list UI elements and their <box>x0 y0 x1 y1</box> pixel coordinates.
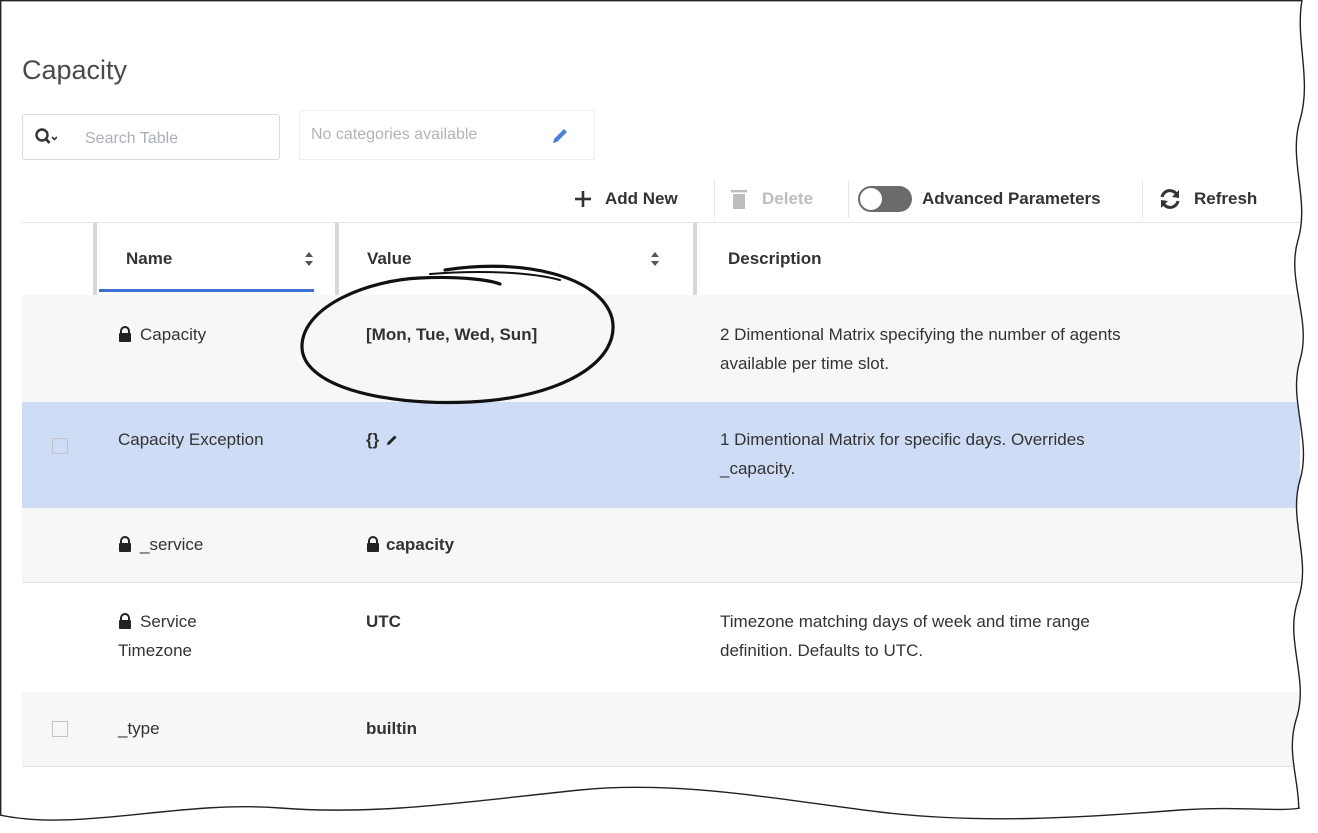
search-box[interactable] <box>22 114 280 160</box>
name-cell: Capacity <box>118 320 206 349</box>
row-checkbox[interactable] <box>52 438 68 454</box>
table-row[interactable]: _service capacity <box>22 508 1300 583</box>
column-header-name[interactable]: Name <box>126 223 172 295</box>
add-new-label: Add New <box>605 189 678 208</box>
column-resizer[interactable] <box>335 223 339 295</box>
lock-icon <box>119 613 131 629</box>
value-cell: UTC <box>366 612 401 631</box>
column-resizer[interactable] <box>93 223 97 295</box>
name-cell: _service <box>118 530 203 559</box>
description-cell: Timezone matching days of week and time … <box>720 612 1090 660</box>
plus-icon <box>575 191 591 207</box>
name-cell: Service Timezone <box>118 612 197 660</box>
table-row[interactable]: Capacity [Mon, Tue, Wed, Sun] 2 Dimentio… <box>22 295 1300 403</box>
description-cell: 2 Dimentional Matrix specifying the numb… <box>720 325 1121 373</box>
description-cell: 1 Dimentional Matrix for specific days. … <box>720 430 1085 478</box>
name-cell: _type <box>118 719 160 738</box>
add-new-button[interactable]: Add New <box>573 176 678 222</box>
categories-field[interactable]: No categories available <box>299 110 595 160</box>
table-toolbar: Add New Delete Advanced Parameters Refre… <box>0 176 1300 222</box>
torn-edge-bottom <box>0 787 1318 833</box>
capacity-screen: Capacity No categories available Add New <box>0 0 1318 833</box>
table-header: Name Value Description <box>22 222 1300 296</box>
advanced-parameters-toggle[interactable]: Advanced Parameters <box>858 176 1101 222</box>
page-title: Capacity <box>22 55 128 85</box>
toolbar-divider <box>848 180 849 218</box>
lock-icon <box>119 536 131 552</box>
table-row[interactable]: Service Timezone UTC Timezone matching d… <box>22 582 1300 693</box>
sort-icon[interactable] <box>650 251 660 267</box>
value-cell: builtin <box>366 719 417 738</box>
refresh-icon <box>1160 189 1180 209</box>
sort-icon[interactable] <box>304 251 314 267</box>
table-row[interactable]: _type builtin <box>22 692 1300 767</box>
value-cell: capacity <box>366 530 454 559</box>
torn-edge-bottom <box>0 786 1301 821</box>
active-column-indicator <box>99 289 314 292</box>
refresh-button[interactable]: Refresh <box>1158 176 1257 222</box>
value-cell[interactable]: {} <box>366 425 398 454</box>
edit-pencil-icon[interactable] <box>386 434 398 446</box>
lock-icon <box>367 536 379 552</box>
lock-icon <box>119 326 131 342</box>
column-header-value[interactable]: Value <box>367 223 411 295</box>
refresh-label: Refresh <box>1194 189 1258 208</box>
row-checkbox[interactable] <box>52 721 68 737</box>
advanced-parameters-label: Advanced Parameters <box>922 189 1101 208</box>
column-header-description[interactable]: Description <box>728 223 822 295</box>
name-cell: Capacity Exception <box>118 430 264 449</box>
delete-button[interactable]: Delete <box>730 176 813 222</box>
table-row[interactable]: Capacity Exception {} 1 Dimentional Matr… <box>22 402 1300 509</box>
delete-label: Delete <box>762 189 814 208</box>
value-cell: [Mon, Tue, Wed, Sun] <box>366 325 538 344</box>
search-input[interactable] <box>83 125 267 153</box>
trash-icon <box>731 190 747 209</box>
column-resizer[interactable] <box>693 223 697 295</box>
toolbar-divider <box>1142 180 1143 218</box>
search-icon[interactable] <box>35 128 57 148</box>
pencil-icon[interactable] <box>550 126 570 146</box>
categories-label: No categories available <box>311 126 478 143</box>
toggle-switch[interactable] <box>858 186 912 212</box>
toolbar-divider <box>714 180 715 218</box>
